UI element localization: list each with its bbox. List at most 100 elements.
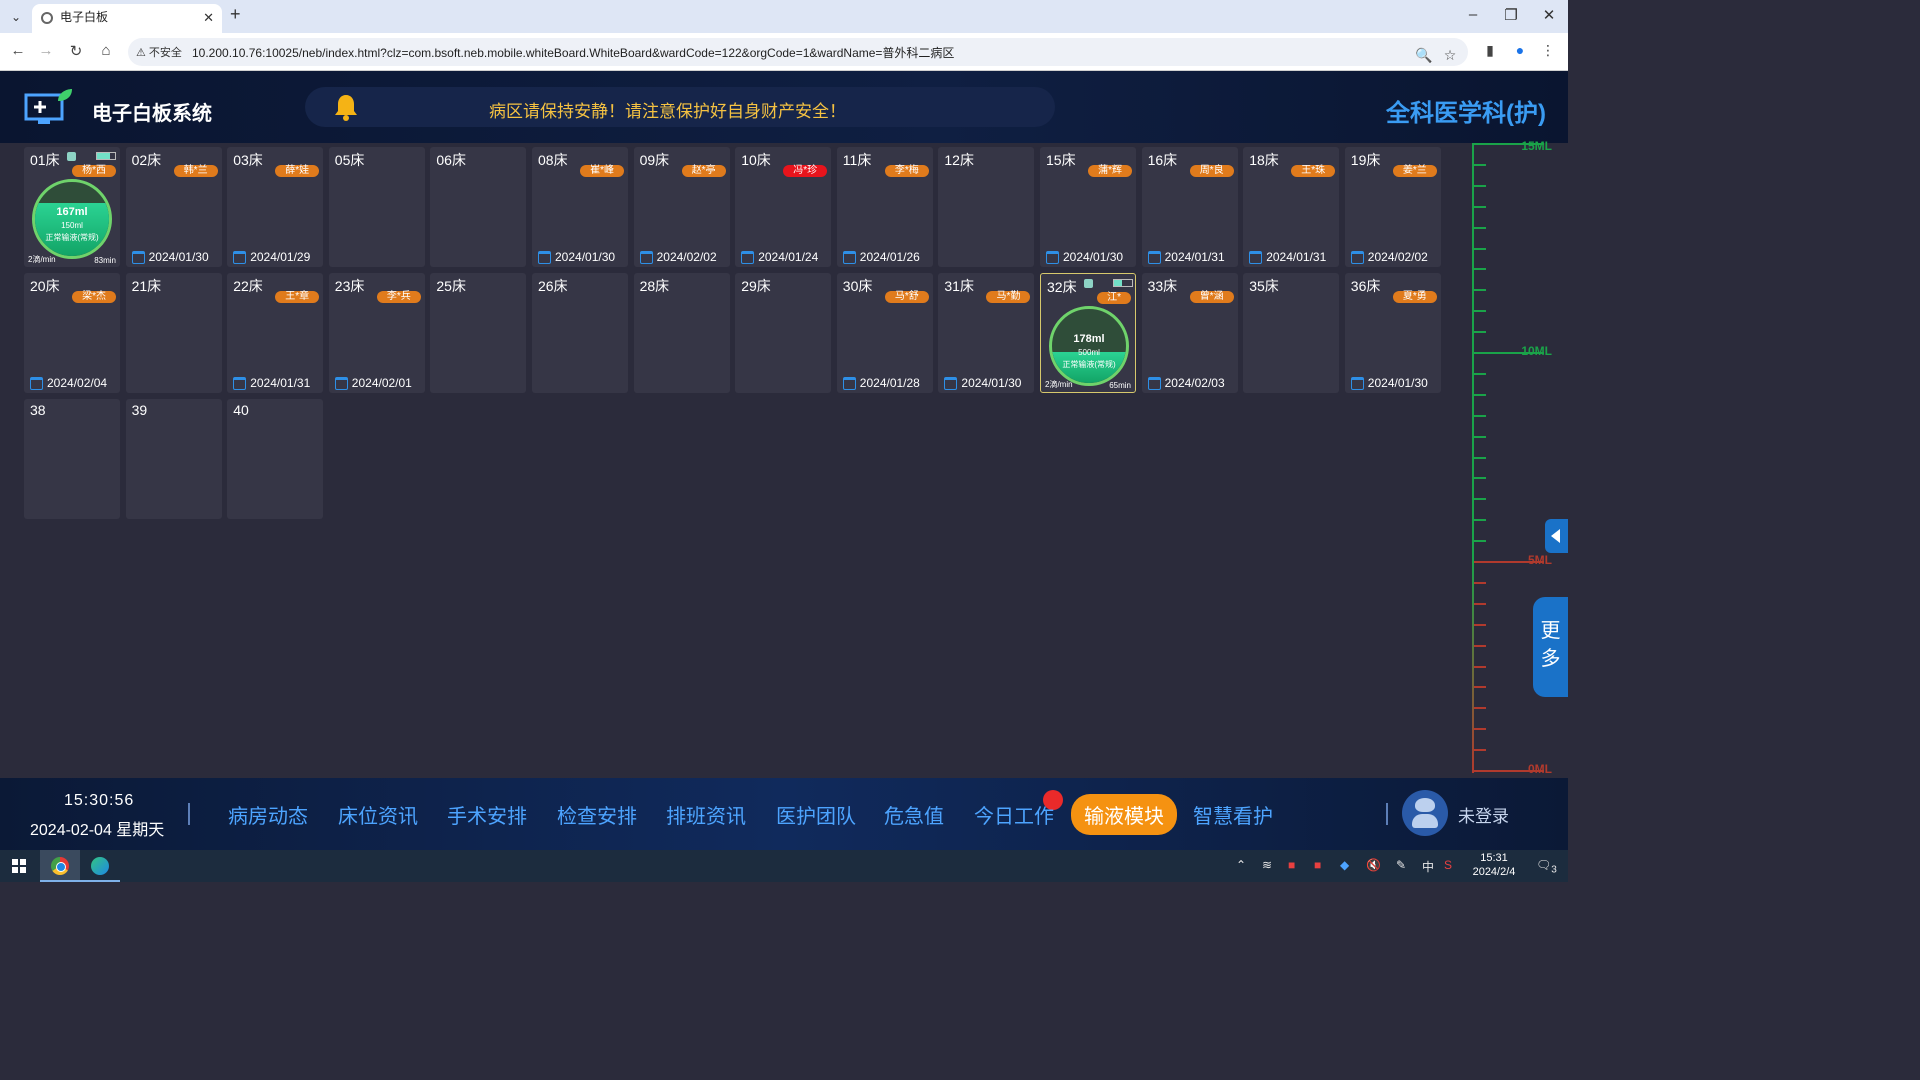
nav-item[interactable]: 排班资讯 bbox=[666, 800, 746, 829]
bed-card[interactable]: 02床 韩*兰 2024/01/30 bbox=[125, 147, 222, 267]
user-avatar-icon[interactable] bbox=[1402, 790, 1448, 836]
calendar-icon bbox=[30, 377, 43, 390]
new-tab-icon[interactable]: + bbox=[230, 4, 241, 25]
tray-app-icon[interactable]: ■ bbox=[1288, 858, 1295, 872]
bed-card[interactable]: 21床 bbox=[125, 273, 222, 393]
scale-tick bbox=[1474, 623, 1486, 626]
admission-date: 2024/01/30 bbox=[1350, 376, 1428, 390]
bed-card[interactable]: 38 bbox=[24, 399, 120, 519]
bed-card[interactable]: 39 bbox=[125, 399, 222, 519]
date-text: 2024/01/30 bbox=[555, 250, 616, 264]
url-text[interactable]: 10.200.10.76:10025/neb/index.html?clz=co… bbox=[192, 44, 954, 61]
bed-card[interactable]: 05床 bbox=[328, 147, 425, 267]
nav-item[interactable]: 输液模块 bbox=[1071, 794, 1177, 835]
edge-taskbar-icon[interactable] bbox=[80, 850, 120, 882]
security-warning[interactable]: ⚠ 不安全 bbox=[136, 44, 182, 60]
bed-card[interactable]: 09床 赵*亭 2024/02/02 bbox=[633, 147, 730, 267]
scale-tick bbox=[1474, 749, 1486, 752]
chrome-taskbar-icon[interactable] bbox=[40, 850, 80, 882]
bed-card[interactable]: 29床 bbox=[735, 273, 832, 393]
wifi-icon[interactable]: ≋ bbox=[1262, 858, 1272, 872]
collapse-panel-button[interactable] bbox=[1545, 519, 1568, 553]
bed-card[interactable]: 31床 马*勤 2024/01/30 bbox=[938, 273, 1035, 393]
notification-center-icon[interactable]: 🗨3 bbox=[1536, 858, 1557, 875]
admission-date: 2024/01/30 bbox=[538, 250, 615, 264]
bed-card[interactable]: 40 bbox=[227, 399, 324, 519]
infusion-gauge[interactable]: 178ml 500ml 正常输液(常规) bbox=[1049, 306, 1129, 386]
pen-icon[interactable]: ✎ bbox=[1396, 858, 1406, 872]
bed-card[interactable]: 11床 李*梅 2024/01/26 bbox=[836, 147, 933, 267]
bed-card[interactable]: 32床 江* 178ml 500ml 正常输液(常规) 2滴/min 65min bbox=[1040, 273, 1136, 393]
more-button[interactable]: 更多 bbox=[1533, 597, 1568, 697]
bed-card[interactable]: 30床 马*舒 2024/01/28 bbox=[836, 273, 933, 393]
omnibox[interactable]: ⚠ 不安全 10.200.10.76:10025/neb/index.html?… bbox=[128, 38, 1468, 66]
bed-card[interactable]: 03床 薛*娃 2024/01/29 bbox=[227, 147, 324, 267]
scale-label: 15ML bbox=[1521, 139, 1552, 153]
profile-icon[interactable]: ● bbox=[1510, 42, 1530, 58]
side-panel-icon[interactable]: ▮ bbox=[1480, 42, 1500, 59]
taskbar-clock[interactable]: 15:31 2024/2/4 bbox=[1470, 851, 1518, 879]
bed-card[interactable]: 20床 梁*杰 2024/02/04 bbox=[24, 273, 120, 393]
scale-tick bbox=[1474, 372, 1486, 375]
nav-item[interactable]: 病房动态 bbox=[228, 800, 308, 829]
bed-number: 30床 bbox=[842, 278, 873, 294]
date-text: 2024/01/30 bbox=[961, 376, 1022, 390]
infusion-gauge[interactable]: 167ml 150ml 正常输液(常规) bbox=[32, 179, 112, 259]
date-text: 2024/01/28 bbox=[859, 376, 920, 390]
bed-card[interactable]: 26床 bbox=[532, 273, 628, 393]
tray-app-icon[interactable]: ■ bbox=[1314, 858, 1321, 872]
login-status[interactable]: 未登录 bbox=[1458, 802, 1509, 827]
bed-card[interactable]: 06床 bbox=[430, 147, 527, 267]
bed-card[interactable]: 35床 bbox=[1243, 273, 1340, 393]
windows-start-icon[interactable] bbox=[0, 850, 40, 882]
battery-icon bbox=[1113, 279, 1133, 287]
nav-item[interactable]: 危急值 bbox=[884, 800, 944, 829]
bed-card[interactable]: 15床 蒲*辉 2024/01/30 bbox=[1040, 147, 1136, 267]
calendar-icon bbox=[842, 251, 856, 264]
bed-card[interactable]: 28床 bbox=[633, 273, 730, 393]
nav-item[interactable]: 今日工作 bbox=[974, 800, 1054, 829]
bed-card[interactable]: 08床 崔*峰 2024/01/30 bbox=[532, 147, 628, 267]
bed-card[interactable]: 33床 曾*涵 2024/02/03 bbox=[1141, 273, 1238, 393]
bed-card[interactable]: 10床 冯*珍 2024/01/24 bbox=[735, 147, 832, 267]
bed-number: 40 bbox=[233, 402, 249, 418]
bookmark-star-icon[interactable]: ☆ bbox=[1440, 47, 1460, 64]
nav-item[interactable]: 床位资讯 bbox=[338, 800, 418, 829]
bed-card[interactable]: 12床 bbox=[938, 147, 1035, 267]
tab-search-icon[interactable]: ⌄ bbox=[6, 7, 26, 27]
window-close-icon[interactable]: ✕ bbox=[1534, 6, 1564, 24]
home-icon[interactable]: ⌂ bbox=[96, 42, 116, 59]
volume-muted-icon[interactable]: 🔇 bbox=[1366, 858, 1381, 872]
tray-chevron-icon[interactable]: ⌃ bbox=[1236, 858, 1246, 872]
forward-icon[interactable]: → bbox=[36, 42, 56, 59]
tab-close-icon[interactable]: ✕ bbox=[203, 4, 214, 31]
restore-icon[interactable]: ❐ bbox=[1496, 6, 1526, 24]
bed-card[interactable]: 16床 周*良 2024/01/31 bbox=[1141, 147, 1238, 267]
bed-card[interactable]: 01床 杨*西 167ml 150ml 正常输液(常规) 2滴/min 83min bbox=[24, 147, 120, 267]
date-text: 2024/01/30 bbox=[1367, 376, 1428, 390]
minimize-icon[interactable]: – bbox=[1458, 6, 1488, 23]
nav-item[interactable]: 智慧看护 bbox=[1193, 800, 1273, 829]
nav-item[interactable]: 医护团队 bbox=[776, 800, 856, 829]
bed-card[interactable]: 19床 姜*兰 2024/02/02 bbox=[1344, 147, 1441, 267]
bed-card[interactable]: 36床 夏*勇 2024/01/30 bbox=[1344, 273, 1441, 393]
reload-icon[interactable]: ↻ bbox=[66, 42, 86, 60]
calendar-icon bbox=[1046, 251, 1059, 264]
zoom-icon[interactable]: 🔍 bbox=[1414, 47, 1434, 64]
bed-card[interactable]: 18床 王*珠 2024/01/31 bbox=[1243, 147, 1340, 267]
bed-card[interactable]: 23床 李*兵 2024/02/01 bbox=[328, 273, 425, 393]
nav-item[interactable]: 手术安排 bbox=[447, 800, 527, 829]
patient-name-badge: 李*兵 bbox=[376, 291, 421, 303]
nav-item[interactable]: 检查安排 bbox=[557, 800, 637, 829]
browser-tab[interactable]: 电子白板 ✕ bbox=[32, 4, 222, 33]
infusion-volume: 178ml bbox=[1073, 333, 1105, 345]
menu-icon[interactable]: ⋮ bbox=[1538, 42, 1558, 59]
back-icon[interactable]: ← bbox=[8, 42, 28, 59]
bed-card[interactable]: 25床 bbox=[430, 273, 527, 393]
ime-indicator[interactable]: 中 bbox=[1422, 858, 1434, 875]
bed-card[interactable]: 22床 王*章 2024/01/31 bbox=[227, 273, 324, 393]
date-text: 2024/02/01 bbox=[351, 376, 412, 390]
calendar-icon bbox=[1147, 377, 1161, 390]
sogou-ime-icon[interactable]: S bbox=[1444, 858, 1452, 872]
tray-app-icon[interactable]: ◆ bbox=[1340, 858, 1349, 872]
